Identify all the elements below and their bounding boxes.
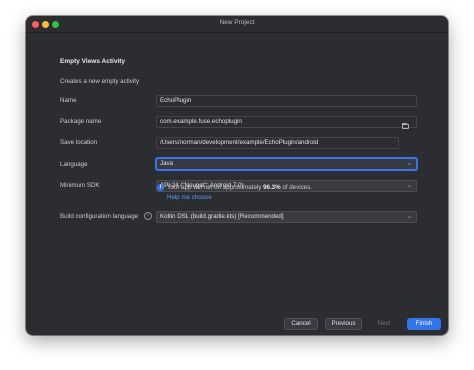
previous-button[interactable]: Previous xyxy=(325,318,362,330)
info-icon: i xyxy=(157,184,164,191)
build-config-select[interactable]: Kotlin DSL (build.gradle.kts) [Recommend… xyxy=(156,211,417,223)
sdk-coverage-percentage: 96.3% xyxy=(263,184,281,191)
package-name-label: Package name xyxy=(60,118,102,125)
save-location-field-value: /Users/norman/development/example/EchoPl… xyxy=(160,139,319,146)
package-name-field[interactable]: com.example.fuse.echoplugin xyxy=(156,116,417,128)
chevron-down-icon: ⌄ xyxy=(406,183,412,189)
finish-button[interactable]: Finish xyxy=(407,318,441,330)
next-button[interactable]: Next xyxy=(368,318,400,330)
language-select[interactable]: Java ⌄ xyxy=(156,158,417,170)
build-config-select-value: Kotlin DSL (build.gradle.kts) [Recommend… xyxy=(160,213,284,220)
name-field[interactable]: EchoPlugin xyxy=(156,95,417,107)
package-name-field-value: com.example.fuse.echoplugin xyxy=(160,118,242,125)
cancel-button[interactable]: Cancel xyxy=(284,318,318,330)
page-heading: Empty Views Activity xyxy=(60,58,126,65)
sdk-coverage-text: Your app will run on approximately 96.3%… xyxy=(167,184,312,191)
title-bar: New Project xyxy=(26,16,448,33)
chevron-down-icon: ⌄ xyxy=(406,214,412,220)
chevron-down-icon: ⌄ xyxy=(406,161,412,167)
name-field-value: EchoPlugin xyxy=(160,97,192,104)
window-title: New Project xyxy=(219,19,255,26)
page-description: Creates a new empty activity xyxy=(60,78,140,85)
folder-icon[interactable] xyxy=(402,123,409,129)
help-me-choose-link[interactable]: Help me choose xyxy=(167,194,212,201)
question-icon[interactable]: ? xyxy=(144,212,152,220)
language-label: Language xyxy=(60,161,88,168)
build-config-label: Build configuration language xyxy=(60,213,139,220)
name-label: Name xyxy=(60,97,77,104)
new-project-dialog: New Project Empty Views Activity Creates… xyxy=(26,16,448,335)
minimum-sdk-label: Minimum SDK xyxy=(60,182,100,189)
save-location-field[interactable]: /Users/norman/development/example/EchoPl… xyxy=(156,137,399,149)
language-select-value: Java xyxy=(160,160,174,167)
save-location-label: Save location xyxy=(60,139,98,146)
